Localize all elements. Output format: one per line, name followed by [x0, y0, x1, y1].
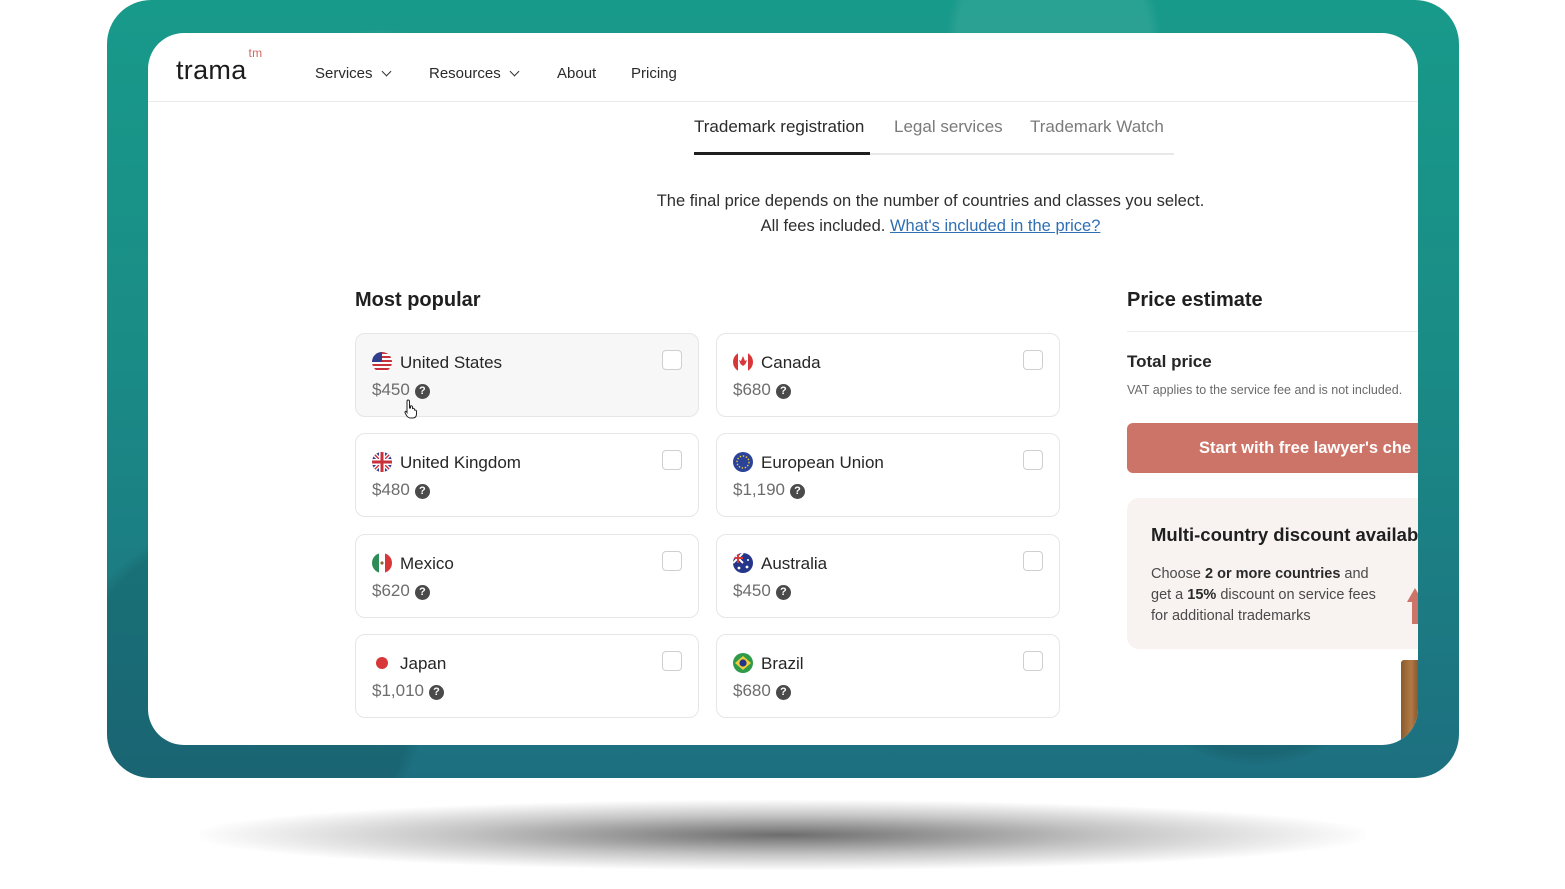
- country-name: United Kingdom: [400, 453, 521, 472]
- country-checkbox[interactable]: [662, 450, 682, 470]
- price-value: $1,010: [372, 681, 424, 700]
- browser-screen: tramatm Services Resources About Pricing…: [148, 33, 1418, 745]
- brand-logo[interactable]: tramatm: [176, 46, 262, 86]
- hand-cursor-icon: [404, 399, 417, 419]
- help-icon[interactable]: ?: [414, 484, 430, 499]
- discount-text-part: Choose: [1151, 566, 1206, 582]
- discount-text: Choose 2 or more countries and get a 15%…: [1151, 564, 1391, 627]
- pricing-intro: The final price depends on the number of…: [648, 189, 1213, 239]
- price-value: $480: [372, 480, 410, 499]
- help-icon[interactable]: ?: [775, 585, 791, 600]
- whats-included-link[interactable]: What's included in the price?: [890, 217, 1100, 235]
- canada-flag-icon: [733, 352, 753, 372]
- active-tab-indicator: [694, 152, 870, 155]
- country-price: $620?: [372, 581, 430, 601]
- help-icon[interactable]: ?: [775, 685, 791, 700]
- tab-trademark-registration[interactable]: Trademark registration: [694, 117, 864, 137]
- tab-legal-services[interactable]: Legal services: [894, 117, 1003, 137]
- nav-services[interactable]: Services: [315, 65, 391, 82]
- multi-country-discount-card: Multi-country discount availab Choose 2 …: [1127, 498, 1418, 649]
- arrow-up-icon-stem: [1412, 602, 1418, 624]
- country-card-australia[interactable]: Australia $450?: [716, 534, 1060, 618]
- total-price-label: Total price: [1127, 352, 1212, 371]
- nav-about[interactable]: About: [557, 65, 596, 82]
- service-tabs: Trademark registration Legal services Tr…: [694, 115, 1174, 155]
- country-price: $1,010?: [372, 681, 444, 701]
- device-shadow: [200, 800, 1365, 870]
- help-icon[interactable]: ?: [414, 585, 430, 600]
- price-value: $450: [372, 380, 410, 399]
- chevron-down-icon: [381, 66, 391, 77]
- price-value: $620: [372, 581, 410, 600]
- help-icon[interactable]: ?: [775, 384, 791, 399]
- country-checkbox[interactable]: [1023, 450, 1043, 470]
- country-name: Mexico: [400, 554, 454, 573]
- country-card-european-union[interactable]: European Union $1,190?: [716, 433, 1060, 517]
- country-card-canada[interactable]: Canada $680?: [716, 333, 1060, 417]
- japan-flag-icon: [372, 653, 392, 673]
- country-checkbox[interactable]: [1023, 651, 1043, 671]
- vat-note: VAT applies to the service fee and is no…: [1127, 383, 1403, 397]
- tab-trademark-watch[interactable]: Trademark Watch: [1030, 117, 1164, 137]
- country-checkbox[interactable]: [662, 651, 682, 671]
- australia-flag-icon: [733, 553, 753, 573]
- discount-highlight: 2 or more countries: [1205, 566, 1341, 582]
- price-estimate-divider: [1127, 331, 1418, 332]
- us-flag-icon: [372, 352, 392, 372]
- price-value: $450: [733, 581, 771, 600]
- country-price: $450?: [372, 380, 430, 400]
- country-checkbox[interactable]: [662, 350, 682, 370]
- country-name: Brazil: [761, 654, 804, 673]
- arrow-up-icon: [1407, 588, 1418, 602]
- nav-pricing[interactable]: Pricing: [631, 65, 677, 82]
- nav-services-label: Services: [315, 65, 373, 82]
- nav-resources-label: Resources: [429, 65, 501, 82]
- country-price: $680?: [733, 380, 791, 400]
- country-checkbox[interactable]: [662, 551, 682, 571]
- country-name: Japan: [400, 654, 447, 673]
- brand-suffix: tm: [248, 46, 263, 60]
- uk-flag-icon: [372, 452, 392, 472]
- country-card-united-kingdom[interactable]: United Kingdom $480?: [355, 433, 699, 517]
- country-price: $480?: [372, 480, 430, 500]
- country-checkbox[interactable]: [1023, 551, 1043, 571]
- country-name: European Union: [761, 453, 884, 472]
- help-icon[interactable]: ?: [790, 484, 805, 499]
- nav-resources[interactable]: Resources: [429, 65, 520, 82]
- chevron-down-icon: [509, 66, 520, 77]
- discount-title: Multi-country discount availab: [1151, 524, 1418, 545]
- decorative-illustration: [1401, 660, 1418, 745]
- top-nav: tramatm Services Resources About Pricing: [148, 33, 1418, 102]
- eu-flag-icon: [733, 452, 753, 472]
- discount-percent: 15%: [1187, 587, 1217, 603]
- brazil-flag-icon: [733, 653, 753, 673]
- price-estimate-title: Price estimate: [1127, 289, 1263, 311]
- brand-name: trama: [176, 55, 247, 85]
- country-card-japan[interactable]: Japan $1,010?: [355, 634, 699, 718]
- help-icon[interactable]: ?: [414, 384, 430, 399]
- mexico-flag-icon: [372, 553, 392, 573]
- country-name: Australia: [761, 554, 828, 573]
- start-free-check-button[interactable]: Start with free lawyer's che: [1127, 423, 1418, 473]
- country-checkbox[interactable]: [1023, 350, 1043, 370]
- country-name: Canada: [761, 353, 821, 372]
- country-price: $450?: [733, 581, 791, 601]
- country-card-mexico[interactable]: Mexico $620?: [355, 534, 699, 618]
- most-popular-title: Most popular: [355, 289, 481, 311]
- country-card-brazil[interactable]: Brazil $680?: [716, 634, 1060, 718]
- price-value: $1,190: [733, 480, 785, 499]
- country-price: $1,190?: [733, 480, 805, 500]
- price-value: $680: [733, 681, 771, 700]
- help-icon[interactable]: ?: [429, 685, 444, 700]
- country-price: $680?: [733, 681, 791, 701]
- country-name: United States: [400, 353, 503, 372]
- price-value: $680: [733, 380, 771, 399]
